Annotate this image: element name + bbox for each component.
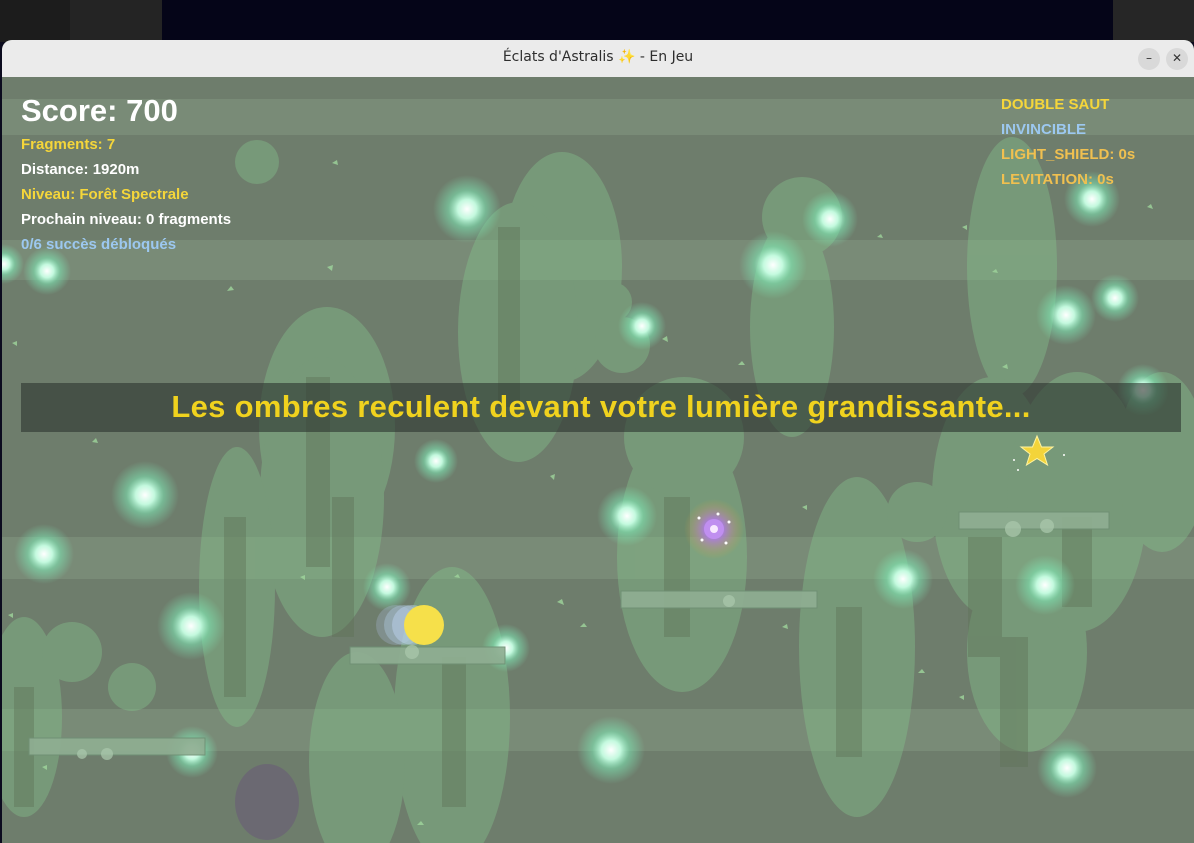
player-character — [376, 605, 444, 645]
powerup-light-shield: LIGHT_SHIELD: 0s — [1001, 146, 1136, 163]
minimize-button[interactable]: – — [1138, 48, 1160, 70]
light-fragment-orb — [577, 716, 645, 784]
platform — [958, 511, 1110, 530]
light-fragment-orb — [618, 302, 666, 350]
achievements-count: 0/6 succès débloqués — [21, 236, 177, 253]
player-orb — [404, 605, 444, 645]
light-fragment-orb — [23, 247, 71, 295]
platform — [28, 737, 206, 756]
powerup-levitation: LEVITATION: 0s — [1001, 171, 1114, 188]
light-fragment-orb — [14, 524, 74, 584]
light-fragment-orb — [363, 563, 411, 611]
light-fragment-orb — [111, 461, 179, 529]
light-fragment-orb — [1037, 738, 1097, 798]
desktop-background — [162, 0, 1113, 42]
platform — [620, 590, 818, 609]
light-fragment-orb — [1015, 555, 1075, 615]
platform — [349, 646, 506, 665]
light-fragment-orb — [1036, 285, 1096, 345]
story-banner-text: Les ombres reculent devant votre lumière… — [171, 389, 1031, 424]
game-canvas[interactable]: Score: 700 Fragments: 7 Distance: 1920m … — [2, 77, 1194, 843]
powerup-invincible: INVINCIBLE — [1001, 121, 1087, 138]
light-fragment-orb — [157, 592, 225, 660]
crystal-gem-icon — [684, 499, 744, 559]
story-banner: Les ombres reculent devant votre lumière… — [21, 383, 1181, 432]
desktop-topbar-workspace — [70, 0, 162, 42]
light-fragment-orb — [597, 486, 657, 546]
window-title: Éclats d'Astralis ✨ - En Jeu — [502, 49, 694, 65]
shadow-creature — [235, 764, 299, 840]
desktop-topbar-right — [1113, 0, 1194, 42]
light-fragment-orb — [739, 231, 807, 299]
light-fragment-orb — [802, 191, 858, 247]
next-level-requirement: Prochain niveau: 0 fragments — [21, 211, 232, 228]
window-titlebar[interactable]: Éclats d'Astralis ✨ - En Jeu – ✕ — [2, 40, 1194, 78]
distance-display: Distance: 1920m — [21, 161, 140, 178]
fragments-count: Fragments: 7 — [21, 136, 116, 153]
light-fragment-orb — [873, 549, 933, 609]
level-name: Niveau: Forêt Spectrale — [21, 186, 189, 203]
close-button[interactable]: ✕ — [1166, 48, 1188, 70]
light-fragment-orb — [1091, 274, 1139, 322]
light-fragment-orb — [414, 439, 458, 483]
score-display: Score: 700 — [21, 93, 178, 128]
game-window: Éclats d'Astralis ✨ - En Jeu – ✕ Score: … — [2, 40, 1194, 843]
light-fragment-orb — [433, 175, 501, 243]
powerup-double-jump: DOUBLE SAUT — [1001, 96, 1110, 113]
desktop-topbar-left — [0, 0, 70, 42]
